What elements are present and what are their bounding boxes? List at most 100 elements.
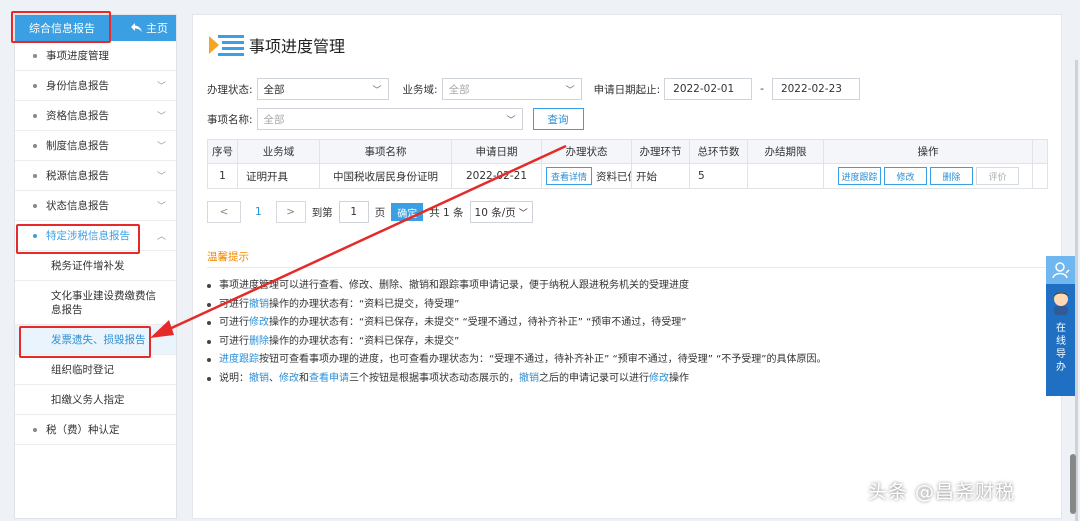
tip-text: 之后的申请记录可以进行	[539, 372, 649, 384]
tip-link[interactable]: 修改	[249, 314, 269, 333]
tip-link[interactable]: 撤销	[249, 370, 269, 389]
bullet-icon	[207, 358, 211, 363]
tip-line: 说明： 撤销、修改和查看申请 三个按钮是根据事项状态动态展示的， 撤销 之后的申请记录可…	[207, 370, 826, 389]
sidebar-item[interactable]: 身份信息报告 ﹀	[15, 71, 176, 101]
tip-link[interactable]: 进度跟踪	[219, 351, 259, 370]
cell-actions: 进度跟踪 修改 删除 评价	[824, 164, 1033, 188]
tip-link[interactable]: 查看申请	[309, 370, 349, 389]
tip-line: 可进行 撤销 操作的办理状态有：“资料已提交，待受理”	[207, 296, 826, 315]
sidebar-item[interactable]: 制度信息报告 ﹀	[15, 131, 176, 161]
sidebar-group-label: 特定涉税信息报告	[46, 230, 130, 242]
tip-text: 按钮可查看事项办理的进度，也可查看办理状态为：“受理不通过，待补齐补正” “预审…	[259, 354, 827, 365]
online-guide-panel[interactable]: 在线导办	[1046, 256, 1076, 396]
back-arrow-icon	[131, 23, 142, 32]
tip-text: 操作的办理状态有：“资料已提交，待受理”	[269, 298, 460, 310]
sidebar-item[interactable]: 税源信息报告 ﹀	[15, 161, 176, 191]
online-guide-button[interactable]: 在线导办	[1046, 284, 1076, 396]
tip-text: 可进行	[219, 335, 249, 347]
delete-button[interactable]: 删除	[930, 167, 973, 185]
sidebar-subitem[interactable]: 文化事业建设费缴费信息报告	[15, 281, 176, 325]
status-select[interactable]: 全部 ﹀	[256, 78, 389, 100]
column-header: 办理状态	[542, 140, 632, 163]
tip-line: 事项进度管理可以进行查看、修改、删除、撤销和跟踪事项申请记录，便于纳税人跟进税务…	[207, 277, 826, 296]
chevron-down-icon: ﹀	[518, 208, 528, 219]
domain-label: 业务域:	[402, 83, 438, 96]
bullet-icon	[207, 339, 211, 344]
sidebar-item[interactable]: 资格信息报告 ﹀	[15, 101, 176, 131]
column-header: 办结期限	[748, 140, 824, 163]
page-size-select[interactable]: 10 条/页 ﹀	[469, 201, 533, 223]
home-link[interactable]: 主页	[131, 20, 176, 36]
tip-line: 进度跟踪 按钮可查看事项办理的进度，也可查看办理状态为：“受理不通过，待补齐补正”…	[207, 351, 826, 370]
chevron-down-icon: ﹀	[156, 112, 166, 122]
tip-text: 操作的办理状态有：“资料已保存，未提交” “受理不通过，待补齐补正” “预审不通…	[269, 317, 687, 328]
item-name-select[interactable]: 全部 ﹀	[256, 108, 523, 130]
bullet-icon	[33, 83, 37, 88]
sidebar-header: 综合信息报告 主页	[15, 15, 176, 41]
chevron-down-icon: ﹀	[506, 115, 516, 126]
chevron-down-icon: ﹀	[156, 82, 166, 92]
sidebar-title[interactable]: 综合信息报告	[15, 20, 95, 36]
domain-select[interactable]: 全部 ﹀	[441, 78, 582, 100]
column-header: 总环节数	[690, 140, 748, 163]
prev-page-button[interactable]: <	[207, 201, 241, 223]
column-header: 办理环节	[632, 140, 690, 163]
sidebar-group-special-tax[interactable]: 特定涉税信息报告 ︿	[15, 221, 176, 251]
chevron-down-icon: ﹀	[156, 202, 166, 212]
current-page[interactable]: 1	[247, 206, 270, 218]
sidebar-item-tax-type[interactable]: 税（费）种认定	[15, 415, 176, 445]
sidebar-item-label: 资格信息报告	[46, 110, 109, 122]
date-from-input[interactable]: 2022-02-01	[664, 78, 753, 100]
sidebar-item-label: 事项进度管理	[46, 50, 109, 62]
tip-text: 可进行	[219, 298, 249, 310]
tip-text: 操作	[669, 372, 689, 384]
tips-list: 事项进度管理可以进行查看、修改、删除、撤销和跟踪事项申请记录，便于纳税人跟进税务…	[207, 277, 826, 388]
bullet-icon	[33, 113, 37, 118]
page-title-text: 事项进度管理	[249, 37, 346, 56]
sidebar-item[interactable]: 状态信息报告 ﹀	[15, 191, 176, 221]
query-button[interactable]: 查询	[532, 108, 584, 130]
scrollbar-thumb[interactable]	[1070, 454, 1076, 514]
column-header: 序号	[208, 140, 238, 163]
table-header: 序号 业务域 事项名称 申请日期 办理状态 办理环节 总环节数 办结期限 操作	[208, 140, 1047, 164]
goto-page-input[interactable]: 1	[338, 201, 369, 223]
sidebar-item[interactable]: 事项进度管理	[15, 41, 176, 71]
tip-link[interactable]: 修改	[649, 370, 669, 389]
chevron-down-icon: ﹀	[565, 85, 575, 96]
sidebar-item-label: 税源信息报告	[46, 170, 109, 182]
user-icon	[1046, 256, 1076, 284]
sidebar-subitem[interactable]: 扣缴义务人指定	[15, 385, 176, 415]
bullet-icon	[33, 233, 37, 238]
confirm-page-button[interactable]: 确定	[391, 203, 424, 221]
tip-link[interactable]: 删除	[249, 333, 269, 352]
view-detail-button[interactable]: 查看详情	[546, 167, 593, 185]
filter-form: 办理状态: 全部 ﹀ 业务域: 全部 ﹀ 申请日期起止: 2022-02-01 …	[207, 77, 860, 137]
chevron-down-icon: ﹀	[372, 85, 382, 96]
tip-link[interactable]: 撤销	[519, 370, 539, 389]
cell-item-name: 中国税收居民身份证明	[320, 164, 452, 188]
tip-link[interactable]: 撤销	[249, 296, 269, 315]
sidebar-subitem[interactable]: 发票遗失、损毁报告	[15, 325, 176, 355]
bullet-icon	[207, 284, 211, 289]
page-title: 事项进度管理	[209, 33, 345, 57]
tip-line: 可进行 删除 操作的办理状态有：“资料已保存，未提交”	[207, 333, 826, 352]
tip-link[interactable]: 修改	[279, 370, 299, 389]
sidebar-item-label: 状态信息报告	[46, 200, 109, 212]
sidebar-subitem[interactable]: 税务证件增补发	[15, 251, 176, 281]
float-label-char: 办	[1056, 362, 1066, 373]
bullet-icon	[207, 376, 211, 381]
next-page-button[interactable]: >	[275, 201, 306, 223]
status-label: 办理状态:	[207, 83, 253, 96]
track-progress-button[interactable]: 进度跟踪	[838, 167, 881, 185]
sidebar-subitem[interactable]: 组织临时登记	[15, 355, 176, 385]
sidebar-item-label: 制度信息报告	[46, 140, 109, 152]
date-to-input[interactable]: 2022-02-23	[771, 78, 860, 100]
tip-text: 可进行	[219, 317, 249, 328]
list-progress-icon	[209, 35, 244, 56]
scrollbar-track[interactable]	[1075, 60, 1078, 521]
tip-text: 事项进度管理可以进行查看、修改、删除、撤销和跟踪事项申请记录，便于纳税人跟进税务…	[219, 280, 689, 291]
sidebar-item-label: 身份信息报告	[46, 80, 109, 92]
rate-button[interactable]: 评价	[976, 167, 1019, 185]
edit-button[interactable]: 修改	[884, 167, 927, 185]
cell-status: 查看详情 资料已保存	[542, 164, 632, 188]
